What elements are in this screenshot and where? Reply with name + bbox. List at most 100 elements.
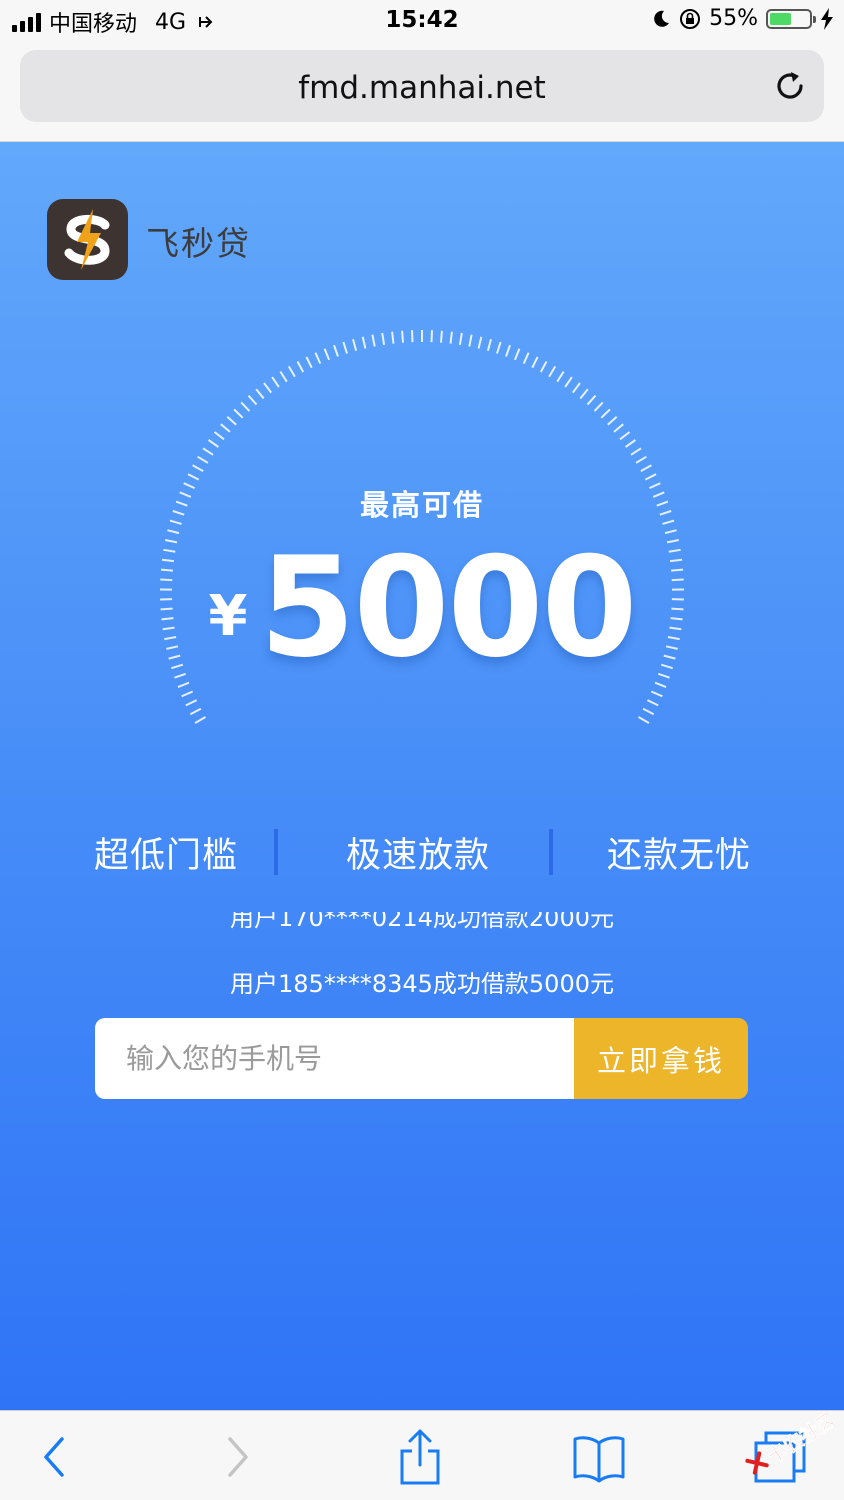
gauge-tick [401, 330, 404, 343]
gauge-tick [187, 473, 200, 481]
gauge-tick [644, 473, 657, 481]
gauge-tick [197, 455, 209, 464]
ticker-item: 用户185****8345成功借款5000元 [230, 970, 614, 994]
gauge-tick [548, 365, 557, 378]
gauge-tick [539, 361, 548, 373]
gauge-tick [630, 447, 642, 456]
gauge-tick [571, 382, 581, 394]
gauge-tick [371, 334, 376, 347]
currency-symbol: ¥ [208, 584, 248, 649]
reload-icon[interactable] [772, 68, 808, 104]
back-icon[interactable] [26, 1429, 82, 1485]
feature-low-threshold: 超低门槛 [93, 836, 238, 876]
moon-icon [654, 10, 670, 27]
gauge-tick [477, 336, 483, 349]
gauge-tick [531, 356, 539, 369]
gauge-tick [202, 447, 214, 456]
browser-toolbar [0, 1410, 844, 1500]
charging-bolt-icon [821, 7, 833, 30]
hero-section: 飞秒贷 最高可借 ¥5000 超低门槛 极速放款 还款无忧 用户170****0… [0, 142, 844, 1410]
gauge-tick [240, 401, 251, 412]
gauge-tick [226, 415, 237, 426]
gauge-tick [496, 341, 502, 354]
gauge-tick [586, 394, 597, 406]
gauge-tick [440, 330, 443, 343]
gauge-tick [305, 356, 313, 369]
feature-divider [549, 829, 553, 875]
ticker-item: 用户170****0214成功借款2000元 [230, 912, 614, 932]
gauge-tick [181, 690, 194, 698]
gauge-tick [189, 707, 202, 716]
gauge-tick [323, 348, 331, 361]
phone-form: 立即拿钱 [95, 1018, 748, 1099]
gauge-tick [556, 371, 565, 383]
feature-divider [274, 829, 278, 875]
gauge-tick [505, 344, 511, 357]
gauge-tick [638, 716, 650, 724]
gauge-tick [513, 348, 521, 361]
feature-easy-repay: 还款无忧 [606, 836, 751, 876]
gauge-tick [263, 382, 273, 394]
gauge-tick [522, 352, 530, 365]
gauge-tick [449, 331, 453, 344]
gauge-tick [314, 352, 322, 365]
gauge-tick [430, 330, 433, 343]
battery-icon [766, 8, 816, 29]
gauge-tick [342, 341, 348, 354]
gauge-tick [642, 707, 655, 716]
gauge-tick [468, 334, 473, 347]
gauge-tick [233, 408, 244, 419]
feature-fast-payout: 极速放款 [345, 836, 490, 876]
gauge-tick [593, 401, 604, 412]
gauge-tick [213, 431, 225, 441]
share-icon[interactable] [392, 1429, 448, 1485]
gauge-tick [361, 336, 367, 349]
gauge-tick [287, 365, 296, 378]
get-money-button[interactable]: 立即拿钱 [574, 1018, 748, 1099]
amount-value: 5000 [259, 527, 637, 688]
status-right: 55% [651, 6, 834, 31]
browser-url-area: fmd.manhai.net [0, 44, 844, 142]
address-bar[interactable]: fmd.manhai.net [20, 50, 824, 122]
max-loan-label: 最高可借 [359, 488, 484, 522]
gauge-tick [619, 431, 631, 441]
gauge-tick [613, 423, 624, 433]
phone-input[interactable] [95, 1018, 574, 1099]
gauge-tick [333, 344, 339, 357]
loan-amount: ¥5000 [0, 527, 844, 688]
gauge-tick [579, 388, 589, 400]
gauge-tick [650, 690, 663, 698]
url-text[interactable]: fmd.manhai.net [20, 70, 824, 106]
gauge-tick [194, 716, 206, 724]
gauge-tick [271, 376, 280, 388]
gauge-tick [411, 330, 414, 343]
gauge-tick [640, 464, 652, 472]
battery-percent: 55% [709, 6, 758, 31]
bookmarks-icon[interactable] [571, 1429, 627, 1485]
gauge-tick [279, 371, 288, 383]
gauge-tick [458, 332, 463, 346]
gauge-tick [381, 332, 386, 346]
rotation-lock-icon [680, 8, 701, 29]
gauge-tick [255, 388, 265, 400]
gauge-tick [646, 699, 659, 707]
gauge-tick [635, 455, 647, 464]
gauge-tick [296, 361, 305, 373]
gauge-tick [247, 394, 258, 406]
gauge-tick [220, 423, 231, 433]
gauge-tick [625, 439, 636, 448]
forward-icon[interactable] [210, 1429, 266, 1485]
gauge-tick [352, 339, 358, 352]
gauge-tick [192, 464, 204, 472]
gauge-tick [600, 408, 611, 419]
status-bar: 中国移动 4G 15:42 55% [0, 0, 844, 44]
battery-level [770, 12, 791, 25]
loan-ticker: 用户170****0214成功借款2000元 用户185****8345成功借款… [0, 912, 844, 994]
gauge-tick [208, 439, 219, 448]
gauge-tick [486, 339, 492, 352]
gauge-tick [564, 376, 573, 388]
gauge-tick [391, 331, 395, 344]
feature-list: 超低门槛 极速放款 还款无忧 [0, 827, 844, 887]
gauge-tick [185, 699, 198, 707]
gauge-tick [607, 415, 618, 426]
